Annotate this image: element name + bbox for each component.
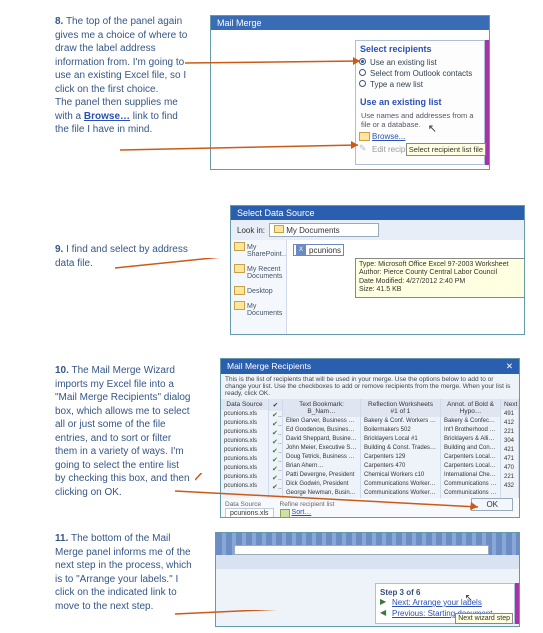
file-tooltip: Type: Microsoft Office Excel 97-2003 Wor… <box>355 258 525 298</box>
screenshot-11: Step 3 of 6 Next: Arrange your labels Pr… <box>215 532 520 627</box>
place-mydocs[interactable]: My Documents <box>231 299 286 321</box>
step-10-number: 10. <box>55 365 69 376</box>
step-8-para1: The top of the panel again gives me a ch… <box>55 16 187 95</box>
cursor-icon: ↖ <box>465 593 473 604</box>
refine-label: Refine recipient list <box>280 501 335 508</box>
opt-new-list[interactable]: Type a new list <box>356 79 484 90</box>
radio-icon[interactable] <box>359 80 366 87</box>
step-9-body: I find and select by address data file. <box>55 244 188 269</box>
lookin-toolbar: Look in: My Documents <box>231 220 524 240</box>
col-org[interactable]: Reflection Worksheets #1 of 1 <box>361 399 440 417</box>
step-8-text: 8. The top of the panel again gives me a… <box>0 15 210 170</box>
step-10-body: The Mail Merge Wizard imports my Excel f… <box>55 365 191 498</box>
step-label: Step 3 of 6 <box>380 588 510 597</box>
cursor-icon: ↖ <box>428 122 437 135</box>
ruler <box>234 545 489 555</box>
browse-word: Browse… <box>84 111 130 122</box>
step-11-body: The bottom of the Mail Merge panel infor… <box>55 533 192 612</box>
next-wizard-tooltip: Next wizard step <box>455 613 513 624</box>
select-recipients-header: Select recipients <box>356 41 484 57</box>
place-recent[interactable]: My Recent Documents <box>231 262 286 284</box>
screenshot-9: Select Data Source Look in: My Documents… <box>230 205 525 335</box>
radio-icon[interactable] <box>359 69 366 76</box>
file-pane: Xpcunions Type: Microsoft Office Excel 9… <box>287 240 524 335</box>
col-next[interactable]: Next <box>501 399 518 410</box>
lookin-label: Look in: <box>237 226 265 235</box>
next-arrange-labels-link[interactable]: Next: Arrange your labels <box>380 597 510 608</box>
step-11-number: 11. <box>55 533 68 544</box>
screenshot-8: Mail Merge Select recipients Use an exis… <box>210 15 490 170</box>
places-bar: My SharePoint… My Recent Documents Deskt… <box>231 240 287 335</box>
mailmerge-title: Mail Merge <box>211 16 489 30</box>
radio-icon[interactable] <box>359 58 366 65</box>
place-sharepoint[interactable]: My SharePoint… <box>231 240 286 262</box>
step-11-text: 11. The bottom of the Mail Merge panel i… <box>0 532 210 627</box>
use-existing-header: Use an existing list <box>356 94 484 110</box>
recipients-title: Mail Merge Recipients✕ <box>221 359 519 374</box>
col-data-source[interactable]: Data Source <box>221 399 268 410</box>
opt-outlook[interactable]: Select from Outlook contacts <box>356 68 484 79</box>
label-preview-area <box>216 533 519 569</box>
close-icon[interactable]: ✕ <box>506 361 513 372</box>
data-source-box[interactable]: pcunions.xls <box>225 508 274 518</box>
excel-icon: X <box>296 245 306 255</box>
place-desktop[interactable]: Desktop <box>231 284 286 299</box>
col-check[interactable]: ✔ <box>269 399 282 411</box>
mailmerge-pane: Select recipients Use an existing list S… <box>355 40 485 165</box>
screenshot-10: Mail Merge Recipients✕ This is the list … <box>220 358 520 518</box>
recipients-grid: Data Source pcunions.xlspcunions.xlspcun… <box>221 399 519 498</box>
lookin-dropdown[interactable]: My Documents <box>269 223 379 237</box>
browse-link[interactable]: Browse... <box>356 130 484 143</box>
browse-tooltip: Select recipient list file <box>406 143 486 156</box>
use-existing-sub: Use names and addresses from a file or a… <box>356 110 484 130</box>
sort-link[interactable]: Sort… <box>280 508 335 517</box>
recipients-desc: This is the list of recipients that will… <box>221 374 519 399</box>
col-name[interactable]: Text Bookmark: B_Nam… <box>283 399 360 417</box>
filter-link[interactable]: Filter… <box>280 517 335 518</box>
select-data-source-title: Select Data Source <box>231 206 524 220</box>
file-pcunions[interactable]: Xpcunions <box>293 244 344 256</box>
opt-existing-list[interactable]: Use an existing list <box>356 57 484 68</box>
step-10-text: 10. The Mail Merge Wizard imports my Exc… <box>0 358 210 518</box>
col-annot[interactable]: Annot. of Bold & Hypo… <box>441 399 500 417</box>
step-9-number: 9. <box>55 244 63 255</box>
folder-icon <box>274 225 284 233</box>
step-9-text: 9. I find and select by address data fil… <box>0 205 210 335</box>
step-8-number: 8. <box>55 16 63 27</box>
ok-button[interactable]: OK <box>471 498 513 511</box>
